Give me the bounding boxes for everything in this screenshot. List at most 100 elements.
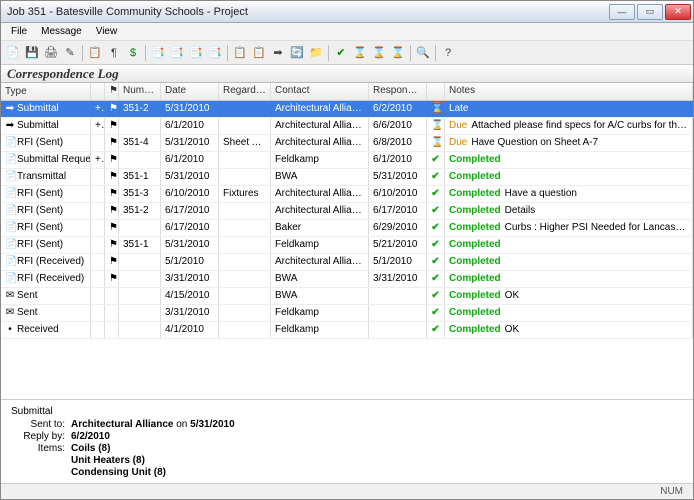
row-expand[interactable] [91,305,105,321]
row-expand[interactable] [91,322,105,338]
col-respond[interactable]: Respond By [369,83,427,100]
row-contact: Architectural Alliance [271,203,369,219]
table-row[interactable]: 📄RFI (Sent)⚑351-36/10/2010FixturesArchit… [1,186,693,203]
row-date: 4/1/2010 [161,322,219,338]
hourglass1-icon[interactable]: ⌛ [351,44,369,62]
row-expand[interactable] [91,135,105,151]
menu-file[interactable]: File [5,24,33,39]
table-row[interactable]: 📄Submittal Request+⚑6/1/2010Feldkamp6/1/… [1,152,693,169]
flag-icon[interactable] [105,305,119,321]
col-regarding[interactable]: Regarding [219,83,271,100]
row-expand[interactable] [91,237,105,253]
table-row[interactable]: • Received4/1/2010Feldkamp✔CompletedOK [1,322,693,339]
arrow-right-icon[interactable]: ➡ [269,44,287,62]
money-icon[interactable]: $ [124,44,142,62]
flag-icon[interactable]: ⚑ [105,203,119,219]
row-expand[interactable] [91,288,105,304]
check-icon[interactable]: ✔ [332,44,350,62]
row-expand[interactable]: + [91,101,105,117]
doc3-icon[interactable]: 📑 [187,44,205,62]
flag-icon[interactable]: ⚑ [105,237,119,253]
row-notes: CompletedHave a question [445,186,693,202]
row-type: Sent [17,290,38,302]
flag-icon[interactable]: ⚑ [105,186,119,202]
hourglass2-icon[interactable]: ⌛ [370,44,388,62]
format-icon[interactable]: ¶ [105,44,123,62]
row-type: RFI (Received) [17,273,84,285]
row-expand[interactable] [91,169,105,185]
col-type[interactable]: Type [1,83,91,100]
row-expand[interactable] [91,254,105,270]
row-expand[interactable]: + [91,152,105,168]
row-contact: BWA [271,271,369,287]
edit-icon[interactable]: ✎ [61,44,79,62]
flag-icon[interactable]: ⚑ [105,169,119,185]
row-contact: BWA [271,169,369,185]
col-expand[interactable] [91,83,105,100]
row-type: RFI (Sent) [17,188,63,200]
table-row[interactable]: ➡Submittal+⚑6/1/2010Architectural Allian… [1,118,693,135]
col-status[interactable] [427,83,445,100]
row-number [119,271,161,287]
help-icon[interactable]: ? [439,44,457,62]
table-row[interactable]: 📄RFI (Sent)⚑351-45/31/2010Sheet A-7Archi… [1,135,693,152]
menu-view[interactable]: View [90,24,124,39]
save-icon[interactable]: 💾 [23,44,41,62]
correspondence-grid[interactable]: Type ⚑ Number Date Regarding Contact Res… [1,83,693,399]
close-button[interactable]: ✕ [665,4,691,20]
doc4-icon[interactable]: 📑 [206,44,224,62]
table-row[interactable]: 📄RFI (Received)⚑3/31/2010BWA3/31/2010✔Co… [1,271,693,288]
flag-icon[interactable]: ⚑ [105,135,119,151]
row-notes: CompletedCurbs : Higher PSI Needed for L… [445,220,693,236]
new-icon[interactable]: 📄 [4,44,22,62]
row-expand[interactable]: + [91,118,105,134]
find-icon[interactable]: 🔍 [414,44,432,62]
col-notes[interactable]: Notes [445,83,693,100]
row-expand[interactable] [91,220,105,236]
minimize-button[interactable]: — [609,4,635,20]
flag-icon[interactable]: ⚑ [105,101,119,117]
column-headers: Type ⚑ Number Date Regarding Contact Res… [1,83,693,101]
folder-icon[interactable]: 📁 [307,44,325,62]
hourglass3-icon[interactable]: ⌛ [389,44,407,62]
detail-item-1: Unit Heaters (8) [71,455,145,466]
copy-icon[interactable]: 📋 [231,44,249,62]
maximize-button[interactable]: ▭ [637,4,663,20]
paste-icon[interactable]: 📋 [250,44,268,62]
row-notes: CompletedOK [445,322,693,338]
schedule-icon[interactable]: 📋 [86,44,104,62]
doc2-icon[interactable]: 📑 [168,44,186,62]
table-row[interactable]: 📄RFI (Sent)⚑351-26/17/2010Architectural … [1,203,693,220]
col-contact[interactable]: Contact [271,83,369,100]
flag-icon[interactable]: ⚑ [105,220,119,236]
flag-icon[interactable]: ⚑ [105,271,119,287]
refresh-icon[interactable]: 🔄 [288,44,306,62]
col-number[interactable]: Number [119,83,161,100]
row-expand[interactable] [91,271,105,287]
print-icon[interactable]: 🖨 [42,44,60,62]
row-type-icon: 📄 [5,154,15,166]
flag-icon[interactable]: ⚑ [105,118,119,134]
row-type-icon: ➡ [5,120,15,132]
table-row[interactable]: ➡Submittal+⚑351-25/31/2010Architectural … [1,101,693,118]
doc1-icon[interactable]: 📑 [149,44,167,62]
status-icon: ✔ [427,322,445,338]
row-type: RFI (Sent) [17,205,63,217]
menu-message[interactable]: Message [35,24,88,39]
col-date[interactable]: Date [161,83,219,100]
flag-icon[interactable] [105,322,119,338]
table-row[interactable]: 📄RFI (Sent)⚑351-15/31/2010Feldkamp5/21/2… [1,237,693,254]
col-flag[interactable]: ⚑ [105,83,119,100]
table-row[interactable]: 📄Transmittal⚑351-15/31/2010BWA5/31/2010✔… [1,169,693,186]
table-row[interactable]: 📄RFI (Sent)⚑6/17/2010Baker6/29/2010✔Comp… [1,220,693,237]
status-icon: ✔ [427,203,445,219]
flag-icon[interactable]: ⚑ [105,152,119,168]
table-row[interactable]: 📄RFI (Received)⚑5/1/2010Architectural Al… [1,254,693,271]
flag-icon[interactable]: ⚑ [105,254,119,270]
row-expand[interactable] [91,186,105,202]
flag-icon[interactable] [105,288,119,304]
table-row[interactable]: ✉ Sent3/31/2010Feldkamp✔Completed [1,305,693,322]
row-expand[interactable] [91,203,105,219]
row-contact: Architectural Alliance [271,118,369,134]
table-row[interactable]: ✉ Sent4/15/2010BWA✔CompletedOK [1,288,693,305]
